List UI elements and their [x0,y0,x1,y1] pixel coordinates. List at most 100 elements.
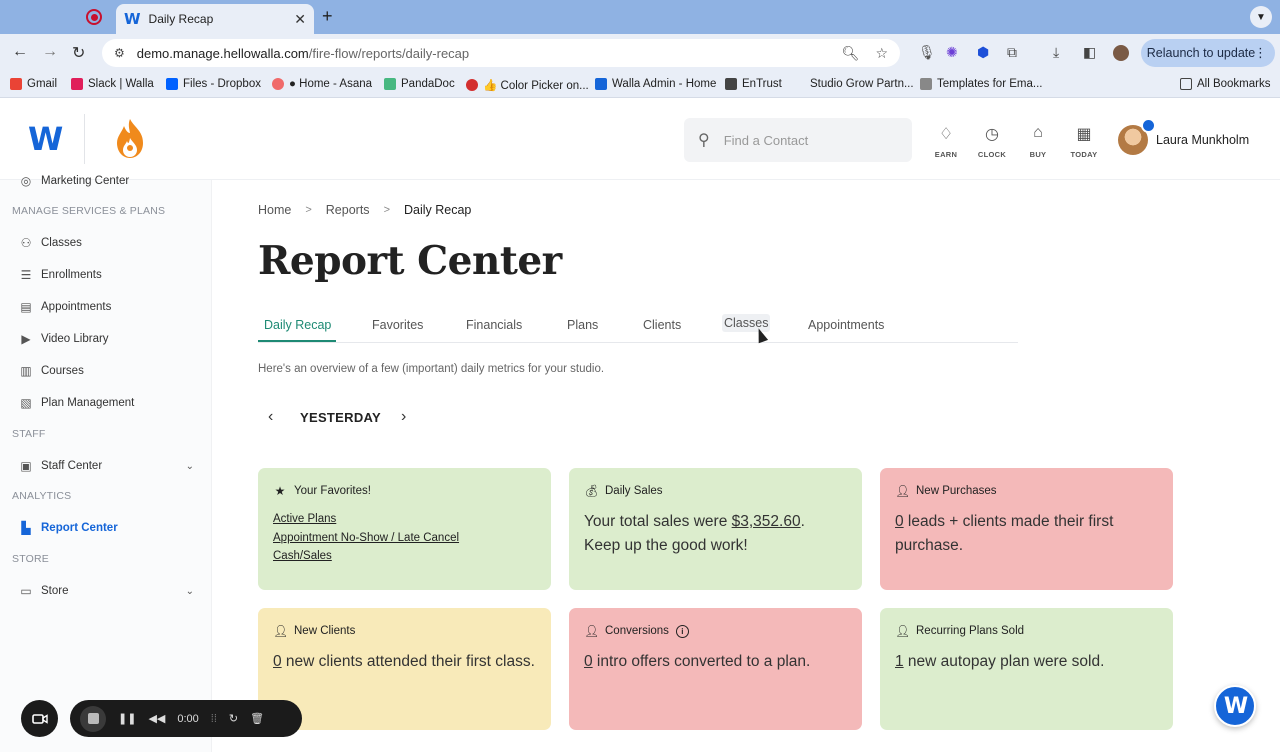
chevron-down-icon[interactable]: ⌄ [186,461,194,472]
address-bar[interactable]: ⚙ demo.manage.hellowalla.com/fire-flow/r… [102,39,900,67]
recorder-controls: ❚❚ ◀◀ 0:00 ⁞⁞ ↻ 🗑︎ [70,700,302,737]
dropbox-icon [166,78,178,90]
breadcrumb-current: Daily Recap [404,203,472,217]
bookmark-item[interactable]: Gmail [10,78,57,90]
bookmark-item[interactable]: Slack | Walla [71,78,154,90]
bookmark-label: Files - Dropbox [183,78,261,90]
zoom-icon[interactable]: 🔍︎ [842,45,860,62]
person-icon: 👤︎ [584,624,600,638]
clock-button[interactable]: ◷ CLOCK [972,124,1012,162]
sidebar-item-label: Classes [41,237,82,249]
sidebar-item-enrollments[interactable]: ☰ Enrollments [18,268,194,282]
microphone-icon[interactable]: 🎙︎ [918,44,936,61]
tab-favorites[interactable]: Favorites [372,316,423,332]
sidebar-item-label: Enrollments [41,269,102,281]
contact-search[interactable]: ⚲ [684,118,912,162]
new-clients-count-link[interactable]: 0 [273,653,282,670]
relaunch-button[interactable]: Relaunch to update ⋮ [1141,39,1275,67]
tab-appointments[interactable]: Appointments [808,316,884,332]
sidebar-item-label: Marketing Center [41,175,130,187]
bookmark-item[interactable]: EnTrust [725,78,782,90]
user-name[interactable]: Laura Munkholm [1156,133,1249,147]
new-tab-icon[interactable]: + [322,6,333,27]
recurring-count-link[interactable]: 1 [895,653,904,670]
drag-handle-icon[interactable]: ⁞⁞ [211,713,217,725]
purchases-count-link[interactable]: 0 [895,513,904,530]
camera-toggle-button[interactable] [21,700,58,737]
breadcrumb-home[interactable]: Home [258,203,291,217]
sidebar-item-store[interactable]: ▭ Store ⌄ [18,584,194,598]
search-input[interactable] [723,132,884,148]
today-button[interactable]: ▦ TODAY [1064,124,1104,162]
breadcrumb-reports[interactable]: Reports [326,203,370,217]
sidebar-item-label: Report Center [41,522,118,534]
close-tab-icon[interactable]: ✕ [294,11,306,28]
reload-icon[interactable]: ↻ [72,43,85,63]
favorite-link-no-show[interactable]: Appointment No-Show / Late Cancel [273,529,536,548]
sidebar-item-plan-management[interactable]: ▧ Plan Management [18,396,194,410]
walla-icon [595,78,607,90]
bookmark-item[interactable]: Walla Admin - Home [595,78,716,90]
bookmark-item[interactable]: Files - Dropbox [166,78,261,90]
trash-icon[interactable]: 🗑︎ [250,712,264,725]
tab-search-icon[interactable]: ▼ [1250,6,1272,28]
bookmark-item[interactable]: Templates for Ema... [920,78,1042,90]
walla-chat-button[interactable]: W [1214,685,1256,727]
walla-logo[interactable]: W [28,120,63,158]
sidebar-item-classes[interactable]: ⚇ Classes [18,236,194,250]
extension-icon[interactable]: ⬢ [977,44,989,61]
favorite-link-cash-sales[interactable]: Cash/Sales [273,547,536,566]
sidebar-item-label: Store [41,585,69,597]
tab-clients[interactable]: Clients [643,316,681,332]
browser-tab[interactable]: W Daily Recap ✕ [116,4,314,34]
restart-icon[interactable]: ↻ [229,712,238,725]
chevron-right-icon[interactable]: › [401,408,417,426]
back-icon[interactable]: ← [12,43,28,61]
chevron-down-icon[interactable]: ⌄ [186,586,194,597]
sales-prefix: Your total sales were [584,513,732,530]
download-icon[interactable]: ⤓ [1053,44,1059,61]
stop-recording-button[interactable] [80,705,106,732]
sales-amount-link[interactable]: $3,352.60 [732,513,801,530]
card-title: New Clients [294,625,356,637]
site-info-icon[interactable]: ⚙ [114,46,125,60]
flame-logo-icon[interactable] [114,118,146,160]
bookmark-item[interactable]: PandaDoc [384,78,455,90]
extension-icon[interactable]: ✺ [946,44,958,61]
bookmark-item[interactable]: Studio Grow Partn... [810,78,914,90]
chevron-left-icon[interactable]: ‹ [268,408,284,426]
sidebar-item-marketing-center[interactable]: ◎ Marketing Center [18,174,194,188]
info-icon[interactable]: i [675,624,689,638]
earn-button[interactable]: ♢ EARN [926,124,966,162]
notification-dot [1141,118,1156,133]
side-panel-icon[interactable]: ◧ [1083,44,1096,61]
buy-button[interactable]: ⌂ BUY [1018,124,1058,162]
card-text: 0 leads + clients made their first purch… [895,510,1158,558]
tab-plans[interactable]: Plans [567,316,598,332]
conversions-count-link[interactable]: 0 [584,653,593,670]
card-title: Your Favorites! [294,485,371,497]
tab-financials[interactable]: Financials [466,316,522,332]
tab-daily-recap[interactable]: Daily Recap [264,316,331,332]
pause-icon[interactable]: ❚❚ [118,712,136,725]
card-text: Your total sales were $3,352.60. Keep up … [584,510,847,558]
bookmark-item[interactable]: 👍 Color Picker on... [466,78,589,92]
sidebar-item-report-center[interactable]: ▙ Report Center [18,521,194,535]
puzzle-icon[interactable]: ⧉ [1007,44,1017,61]
favorite-link-active-plans[interactable]: Active Plans [273,510,536,529]
active-tab-underline [258,340,336,342]
more-menu-icon[interactable]: ⋮ [1254,45,1267,61]
sidebar-item-appointments[interactable]: ▤ Appointments [18,300,194,314]
profile-avatar-icon[interactable] [1113,45,1129,61]
bookmark-item[interactable]: ● Home - Asana [272,78,372,90]
sidebar-item-video-library[interactable]: ▶ Video Library [18,332,194,346]
forward-icon[interactable]: → [42,43,58,61]
bookmark-label: Templates for Ema... [937,78,1043,90]
new-clients-text: new clients attended their first class. [281,653,535,670]
sales-encouragement: Keep up the good work! [584,537,748,554]
rewind-icon[interactable]: ◀◀ [148,712,165,725]
sidebar-item-staff-center[interactable]: ▣ Staff Center ⌄ [18,459,194,473]
sidebar-item-courses[interactable]: ▥ Courses [18,364,194,378]
all-bookmarks[interactable]: All Bookmarks [1180,78,1271,90]
bookmark-star-icon[interactable]: ☆ [875,45,888,62]
